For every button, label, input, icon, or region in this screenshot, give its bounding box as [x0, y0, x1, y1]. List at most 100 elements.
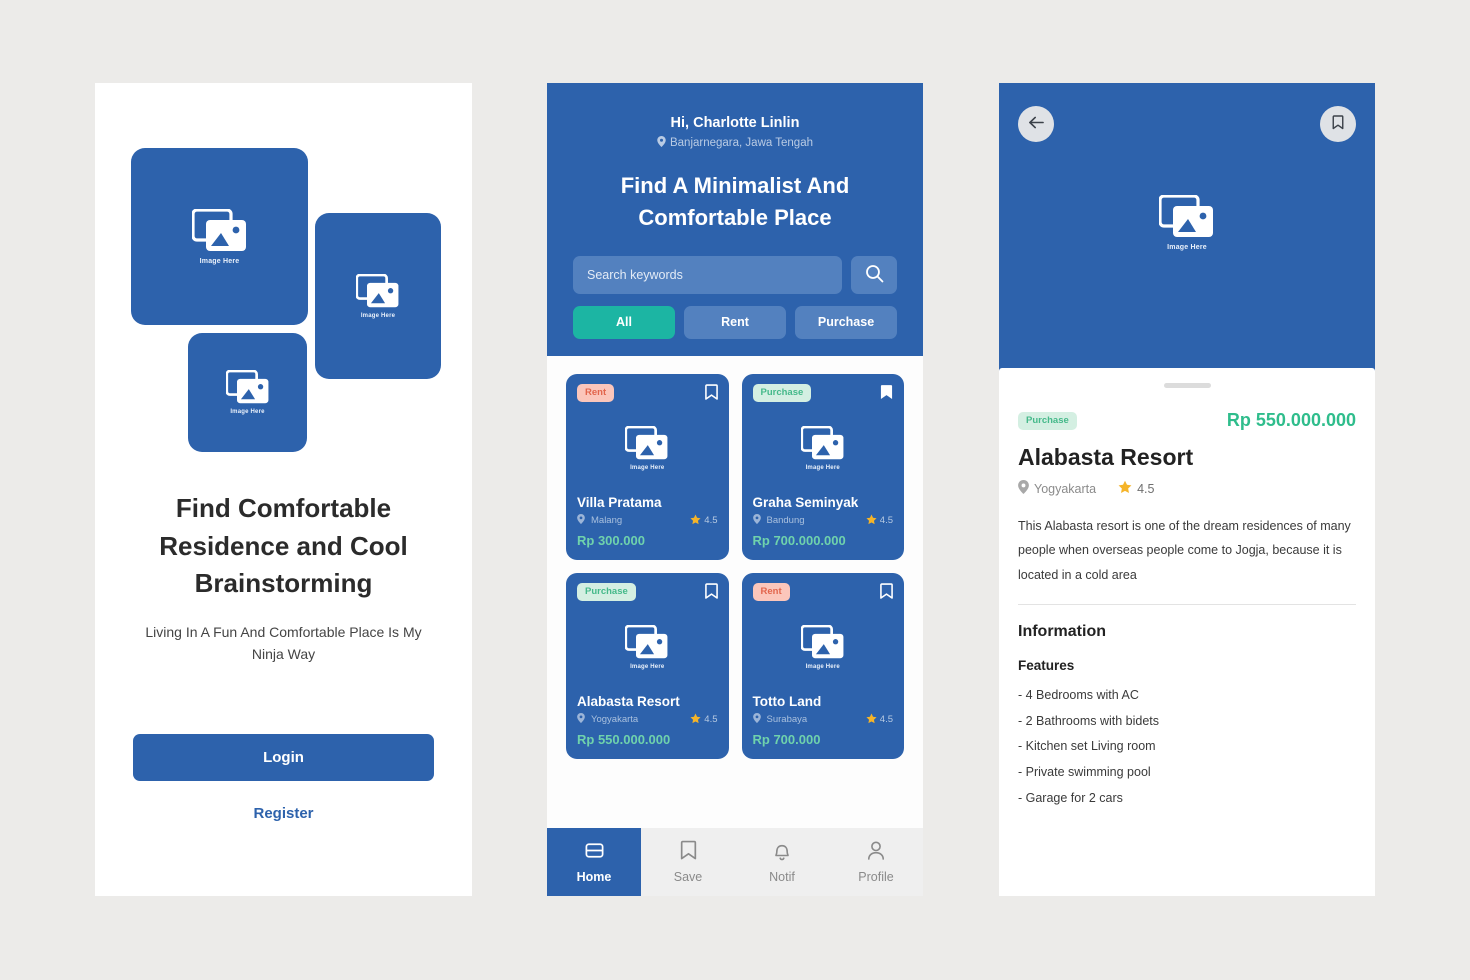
- login-button[interactable]: Login: [133, 734, 434, 781]
- map-pin-icon: [752, 713, 761, 726]
- filter-pill-rent[interactable]: Rent: [684, 305, 786, 339]
- feature-item: - 4 Bedrooms with AC: [1018, 688, 1139, 703]
- property-price: Rp 550.000.000: [577, 731, 671, 747]
- tab-profile-label: Profile: [858, 870, 894, 884]
- information-heading: Information: [1018, 623, 1106, 641]
- home-screen: Hi, Charlotte Linlin Banjarnegara, Jawa …: [547, 83, 923, 896]
- tab-notif[interactable]: Notif: [735, 828, 829, 896]
- image-placeholder-caption: Image Here: [1167, 244, 1207, 251]
- detail-screen: Image Here Purchase Rp 550.000.000 Alaba…: [999, 83, 1375, 896]
- hero-image-placeholder: Image Here: [999, 195, 1375, 251]
- home-icon: [584, 840, 605, 864]
- property-rating: 4.5: [866, 514, 893, 528]
- map-pin-icon: [657, 136, 666, 150]
- detail-description: This Alabasta resort is one of the dream…: [1018, 519, 1351, 582]
- card-top-row: Purchase: [577, 582, 718, 601]
- property-rating-value: 4.5: [704, 714, 718, 726]
- map-pin-icon: [577, 514, 585, 527]
- status-badge: Rent: [577, 383, 615, 402]
- property-card[interactable]: Rent: [566, 373, 729, 560]
- property-card[interactable]: Rent: [741, 572, 904, 759]
- image-placeholder-caption: Image Here: [805, 663, 840, 670]
- feature-item: - Garage for 2 cars: [1018, 790, 1123, 805]
- tab-profile[interactable]: Profile: [829, 828, 923, 896]
- card-top-row: Purchase: [752, 383, 894, 402]
- feature-item: - Kitchen set Living room: [1018, 739, 1156, 754]
- detail-price: Rp 550.000.000: [1226, 410, 1356, 430]
- onboarding-illustration: Image Here Image Here Image Here: [95, 148, 472, 468]
- detail-hero: Image Here: [999, 83, 1375, 368]
- feature-item: - Private swimming pool: [1018, 765, 1151, 779]
- image-placeholder-caption: Image Here: [199, 257, 240, 265]
- property-name: Graha Seminyak: [752, 494, 859, 510]
- greeting-text: Hi, Charlotte Linlin: [670, 115, 800, 131]
- status-badge: Purchase: [577, 582, 636, 601]
- status-badge: Purchase: [752, 383, 812, 402]
- filter-pill-purchase[interactable]: Purchase: [795, 305, 897, 339]
- image-placeholder-graphic: Image Here: [1159, 195, 1215, 251]
- bookmark-icon: [679, 840, 698, 864]
- arrow-left-icon: [1028, 115, 1045, 133]
- property-rating: 4.5: [690, 514, 718, 528]
- property-card[interactable]: Purchase: [566, 572, 729, 759]
- star-icon: [1118, 480, 1132, 497]
- property-list-sheet: Rent Image Here Villa Pratama Malang 4.5…: [547, 355, 923, 828]
- features-list: - 4 Bedrooms with AC - 2 Bathrooms with …: [1018, 683, 1356, 811]
- star-icon: [866, 713, 877, 727]
- user-icon: [866, 840, 886, 864]
- register-button[interactable]: Register: [133, 805, 434, 822]
- property-location: Bandung: [766, 515, 805, 527]
- tab-save[interactable]: Save: [641, 828, 735, 896]
- page-title: Alabasta Resort: [1018, 444, 1194, 470]
- sheet-drag-handle[interactable]: [1163, 383, 1211, 388]
- bookmark-icon: [1332, 115, 1344, 133]
- user-location: Banjarnegara, Jawa Tengah: [573, 136, 897, 150]
- image-placeholder-large: Image Here: [131, 148, 308, 325]
- detail-rating-value: 4.5: [1137, 481, 1155, 496]
- search-button[interactable]: [851, 255, 897, 294]
- card-image-placeholder: Image Here: [577, 402, 718, 495]
- bookmark-button[interactable]: [880, 384, 893, 401]
- card-image-placeholder: Image Here: [753, 601, 894, 694]
- map-pin-icon: [577, 713, 585, 726]
- image-placeholder-graphic: Image Here: [625, 624, 669, 670]
- mockup-stage: Image Here Image Here Image Here Find Co…: [0, 0, 1470, 980]
- status-badge: Rent: [752, 582, 790, 601]
- property-card[interactable]: Purchase: [741, 373, 904, 560]
- search-row: [573, 255, 897, 294]
- property-name: Villa Pratama: [577, 494, 662, 510]
- card-image-placeholder: Image Here: [753, 402, 894, 495]
- onboarding-title: Find Comfortable Residence and Cool Brai…: [159, 493, 408, 599]
- filter-pill-all[interactable]: All: [573, 305, 675, 339]
- divider: [1018, 604, 1356, 606]
- map-pin-icon: [752, 514, 761, 527]
- home-header: Hi, Charlotte Linlin Banjarnegara, Jawa …: [547, 83, 923, 339]
- status-badge: Purchase: [1018, 411, 1077, 430]
- search-input[interactable]: [573, 255, 842, 294]
- onboarding-actions: Login Register: [95, 734, 472, 896]
- bookmark-button[interactable]: [704, 384, 718, 401]
- tab-home[interactable]: Home: [547, 828, 641, 896]
- detail-location: Yogyakarta: [1018, 480, 1096, 497]
- property-location: Malang: [591, 515, 623, 527]
- property-rating: 4.5: [690, 713, 718, 727]
- tab-notif-label: Notif: [769, 870, 795, 884]
- image-placeholder-graphic: Image Here: [225, 370, 270, 415]
- image-placeholder-graphic: Image Here: [356, 273, 400, 319]
- detail-sheet: Purchase Rp 550.000.000 Alabasta Resort …: [999, 368, 1375, 896]
- bookmark-button[interactable]: [880, 583, 893, 600]
- bookmark-button[interactable]: [1320, 106, 1356, 142]
- onboarding-screen: Image Here Image Here Image Here Find Co…: [95, 83, 472, 896]
- card-top-row: Rent: [577, 383, 718, 402]
- tab-home-label: Home: [576, 870, 612, 884]
- card-top-row: Rent: [752, 582, 894, 601]
- property-meta: Yogyakarta 4.5: [577, 713, 718, 727]
- back-button[interactable]: [1018, 106, 1054, 142]
- property-meta: Bandung 4.5: [752, 514, 893, 528]
- bookmark-button[interactable]: [704, 583, 718, 600]
- property-rating-value: 4.5: [879, 515, 893, 527]
- property-rating: 4.5: [866, 713, 893, 727]
- property-meta: Malang 4.5: [577, 514, 718, 528]
- filter-pills: All Rent Purchase: [573, 305, 897, 339]
- property-meta: Surabaya 4.5: [752, 713, 893, 727]
